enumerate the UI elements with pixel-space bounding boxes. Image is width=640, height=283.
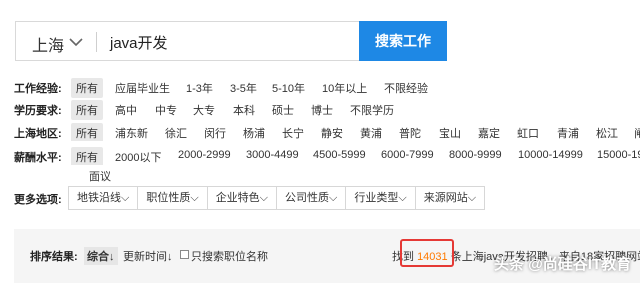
search-button[interactable]: 搜索工作 — [359, 21, 447, 61]
filter-option[interactable]: 4500-5999 — [313, 149, 366, 161]
filter-option[interactable]: 不限经验 — [384, 80, 428, 96]
city-selector[interactable]: 上海 — [32, 32, 64, 56]
filter-option[interactable]: 嘉定 — [478, 125, 500, 141]
filter-option-selected[interactable]: 所有 — [71, 123, 103, 141]
filter-label: 工作经验: — [14, 83, 62, 95]
dropdown-company-type[interactable]: 公司性质⌵ — [277, 187, 347, 209]
filter-label: 更多选项: — [14, 194, 62, 206]
filter-label: 学历要求: — [14, 105, 62, 117]
filter-option[interactable]: 3000-4499 — [246, 149, 299, 161]
dropdown-job-type[interactable]: 职位性质⌵ — [138, 187, 208, 209]
dropdown-source[interactable]: 来源网站⌵ — [416, 187, 484, 209]
filter-option[interactable]: 应届毕业生 — [115, 80, 170, 96]
filter-option[interactable]: 长宁 — [282, 125, 304, 141]
filter-row-salary: 薪酬水平: 所有 2000以下 2000-2999 3000-4499 4500… — [14, 147, 640, 165]
filter-option[interactable]: 2000-2999 — [178, 149, 231, 161]
filter-option[interactable]: 闵行 — [204, 125, 226, 141]
filter-option[interactable]: 中专 — [155, 102, 177, 118]
watermark: 头条 @尚硅谷IT教育 — [494, 256, 632, 273]
more-options-label-row: 更多选项: — [14, 189, 74, 207]
filter-option[interactable]: 本科 — [233, 102, 255, 118]
filter-label: 薪酬水平: — [14, 152, 62, 164]
filter-option[interactable]: 宝山 — [439, 125, 461, 141]
sort-option-updated[interactable]: 更新时间↓ — [123, 248, 173, 264]
filter-option[interactable]: 闸 — [634, 125, 640, 141]
filter-option[interactable]: 1-3年 — [186, 80, 213, 96]
filter-option-selected[interactable]: 所有 — [71, 147, 103, 165]
filter-option[interactable]: 浦东新 — [115, 125, 148, 141]
search-input[interactable]: java开发 — [110, 32, 168, 53]
filter-option[interactable]: 硕士 — [272, 102, 294, 118]
filter-row-district: 上海地区: 所有 浦东新 徐汇 闵行 杨浦 长宁 静安 黄浦 普陀 宝山 嘉定 … — [14, 123, 640, 141]
filter-option[interactable]: 高中 — [115, 102, 137, 118]
highlight-box — [400, 239, 454, 267]
filter-option[interactable]: 大专 — [193, 102, 215, 118]
divider — [96, 32, 97, 52]
filter-option[interactable]: 虹口 — [517, 125, 539, 141]
dropdown-company-feature[interactable]: 企业特色⌵ — [208, 187, 278, 209]
checkbox-title-only[interactable] — [180, 250, 189, 259]
more-options-group: 地铁沿线⌵ 职位性质⌵ 企业特色⌵ 公司性质⌵ 行业类型⌵ 来源网站⌵ — [68, 186, 486, 210]
filter-label: 上海地区: — [14, 128, 62, 140]
dropdown-metro[interactable]: 地铁沿线⌵ — [69, 187, 139, 209]
filter-option[interactable]: 8000-9999 — [449, 149, 502, 161]
filter-option[interactable]: 6000-7999 — [381, 149, 434, 161]
filter-option[interactable]: 黄浦 — [360, 125, 382, 141]
filter-option-selected[interactable]: 所有 — [71, 100, 103, 120]
filter-option[interactable]: 2000以下 — [115, 149, 161, 165]
filter-option[interactable]: 面议 — [89, 168, 111, 184]
sort-label: 排序结果: — [30, 251, 78, 263]
filter-option[interactable]: 15000-19999 — [597, 149, 640, 161]
sort-bar: 排序结果: 综合↓ 更新时间↓ 只搜索职位名称 找到 14031 条上海java… — [14, 229, 640, 283]
filter-option[interactable]: 10年以上 — [322, 80, 367, 96]
filter-option[interactable]: 3-5年 — [230, 80, 257, 96]
search-box[interactable]: 上海 java开发 — [15, 21, 360, 61]
filter-option[interactable]: 5-10年 — [272, 80, 305, 96]
filter-option[interactable]: 不限学历 — [350, 102, 394, 118]
filter-row-education: 学历要求: 所有 高中 中专 大专 本科 硕士 博士 不限学历 — [14, 100, 614, 120]
filter-option[interactable]: 普陀 — [399, 125, 421, 141]
filter-option[interactable]: 青浦 — [557, 125, 579, 141]
filter-option[interactable]: 静安 — [321, 125, 343, 141]
filter-row-experience: 工作经验: 所有 应届毕业生 1-3年 3-5年 5-10年 10年以上 不限经… — [14, 78, 614, 98]
chevron-down-icon[interactable] — [68, 34, 84, 50]
filter-option[interactable]: 杨浦 — [243, 125, 265, 141]
filter-option[interactable]: 博士 — [311, 102, 333, 118]
filter-row-salary-extra: 面议 — [14, 166, 114, 184]
filter-option[interactable]: 松江 — [596, 125, 618, 141]
dropdown-industry[interactable]: 行业类型⌵ — [346, 187, 416, 209]
sort-option-default[interactable]: 综合↓ — [84, 247, 118, 265]
filter-option[interactable]: 徐汇 — [165, 125, 187, 141]
filter-option-selected[interactable]: 所有 — [71, 78, 103, 98]
checkbox-label: 只搜索职位名称 — [191, 251, 268, 263]
filter-option[interactable]: 10000-14999 — [518, 149, 583, 161]
